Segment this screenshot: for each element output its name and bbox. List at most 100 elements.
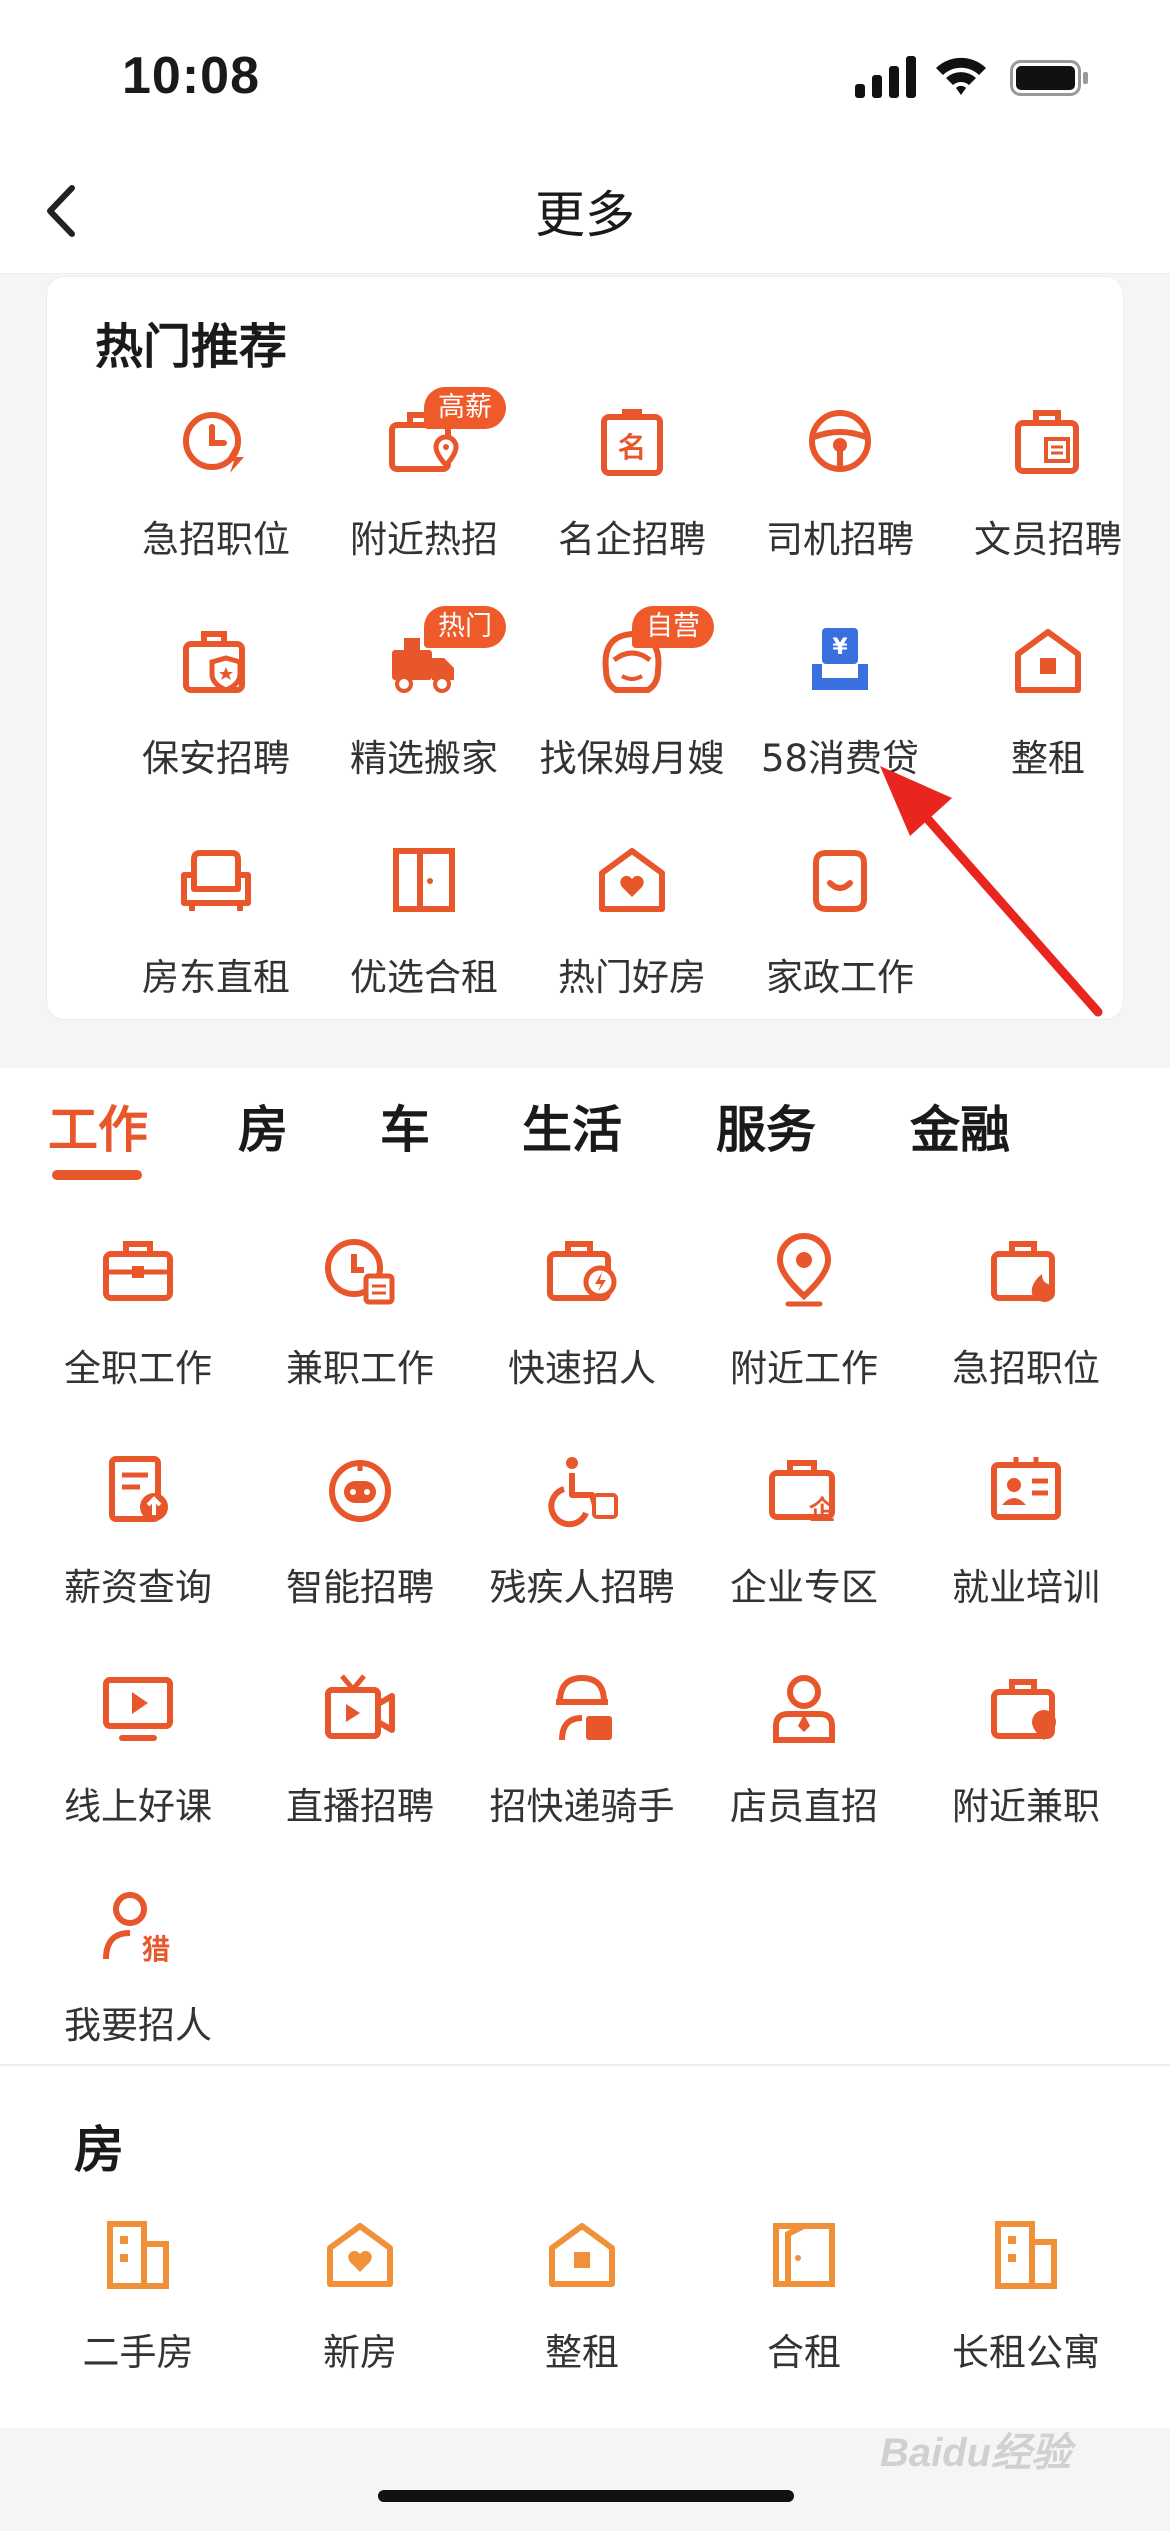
house-section: 房 二手房 新房 整租 合租 长租公寓 (0, 2066, 1170, 2428)
home-indicator (378, 2490, 794, 2502)
live-camera-icon (325, 1674, 395, 1739)
tab-life[interactable]: 生活 (522, 1090, 622, 1162)
hot-item-famous-company[interactable]: 名 名企招聘 (528, 401, 736, 601)
category-section: 工作 房 车 生活 服务 金融 全职工作 兼职工作 快速招人 附近工作 急招职位 (0, 1068, 1170, 2066)
salary-query-icon (109, 1456, 168, 1522)
house-item-label: 合租 (767, 2331, 841, 2374)
apartment-icon (995, 2221, 1057, 2289)
work-item-recruit[interactable]: 猎 我要招人 (34, 1887, 242, 2087)
house-section-title: 房 (74, 2121, 124, 2179)
house-item-label: 整租 (545, 2331, 619, 2374)
hot-item-driver[interactable]: 司机招聘 (736, 401, 944, 601)
hot-item-nanny[interactable]: 自营 找保姆月嫂 (528, 606, 736, 820)
secondhand-building-icon (107, 2221, 169, 2289)
tab-work[interactable]: 工作 (48, 1090, 148, 1162)
page: 10:08 更多 热门推荐 急招职位 高薪 附近热招 名 名企招聘 司机招聘 文… (0, 0, 1170, 2531)
work-item-urgent[interactable]: 急招职位 (922, 1230, 1130, 1430)
clerk-briefcase-icon (1015, 410, 1079, 474)
hot-item-label: 文员招聘 (974, 518, 1122, 561)
work-item-salary[interactable]: 薪资查询 (34, 1449, 242, 1649)
house-item-whole-rent[interactable]: 整租 (478, 2214, 686, 2414)
new-house-icon (327, 2223, 393, 2287)
hot-item-clerk[interactable]: 文员招聘 (944, 401, 1152, 601)
work-item-label: 就业培训 (952, 1566, 1100, 1609)
hot-item-hot-house[interactable]: 热门好房 (528, 839, 736, 1039)
work-item-label: 附近工作 (730, 1347, 878, 1390)
tab-car[interactable]: 车 (380, 1090, 430, 1162)
house-item-apartment[interactable]: 长租公寓 (922, 2214, 1130, 2414)
battery-icon (1010, 60, 1088, 96)
house-item-shared-rent[interactable]: 合租 (700, 2214, 908, 2414)
hot-house-heart-icon (599, 848, 665, 912)
house-item-new[interactable]: 新房 (256, 2214, 464, 2414)
hot-item-shared-rent[interactable]: 优选合租 (320, 839, 528, 1039)
whole-rent-house-icon (1015, 629, 1081, 693)
shared-rent-icon (773, 2223, 835, 2287)
svg-text:企: 企 (809, 1495, 836, 1526)
consumer-loan-yen-icon: ¥ (812, 628, 868, 690)
work-item-shop-clerk[interactable]: 店员直招 (700, 1668, 908, 1868)
work-item-fulltime[interactable]: 全职工作 (34, 1230, 242, 1430)
work-item-smart-hire[interactable]: 智能招聘 (256, 1449, 464, 1649)
work-item-label: 我要招人 (64, 2004, 212, 2047)
wheelchair-icon (548, 1457, 618, 1528)
work-item-courier-rider[interactable]: 招快递骑手 (478, 1668, 686, 1868)
security-shield-icon (183, 631, 245, 693)
landlord-sofa-icon (181, 850, 251, 911)
work-item-nearby-parttime[interactable]: 附近兼职 (922, 1668, 1130, 1868)
work-item-disabled-hire[interactable]: 残疾人招聘 (478, 1449, 686, 1649)
svg-text:名: 名 (618, 431, 646, 464)
work-item-enterprise[interactable]: 企 企业专区 (700, 1449, 908, 1649)
work-item-quick-hire[interactable]: 快速招人 (478, 1230, 686, 1430)
courier-rider-icon (556, 1674, 612, 1741)
work-item-label: 兼职工作 (286, 1347, 434, 1390)
shared-rent-door-icon (393, 848, 455, 912)
steering-wheel-icon (809, 410, 871, 472)
work-item-nearby[interactable]: 附近工作 (700, 1230, 908, 1430)
hot-recommend-title: 热门推荐 (95, 319, 288, 375)
tab-service[interactable]: 服务 (716, 1090, 816, 1162)
work-item-label: 企业专区 (730, 1566, 878, 1609)
work-item-label: 店员直招 (730, 1785, 878, 1828)
work-item-label: 薪资查询 (64, 1566, 212, 1609)
hot-badge: 热门 (424, 606, 506, 648)
work-item-label: 直播招聘 (286, 1785, 434, 1828)
work-item-live-hire[interactable]: 直播招聘 (256, 1668, 464, 1868)
work-item-label: 残疾人招聘 (489, 1566, 675, 1609)
shop-clerk-icon (773, 1675, 835, 1743)
smart-robot-icon (329, 1460, 391, 1522)
urgent-fire-icon (991, 1241, 1055, 1302)
work-item-online-course[interactable]: 线上好课 (34, 1668, 242, 1868)
fulltime-briefcase-icon (103, 1241, 173, 1301)
tab-house[interactable]: 房 (238, 1090, 288, 1162)
work-item-label: 线上好课 (64, 1785, 212, 1828)
nearby-pin-icon (776, 1233, 832, 1307)
hot-item-urgent-jobs[interactable]: 急招职位 (112, 401, 320, 601)
recruit-icon-text: 猎 (142, 1933, 170, 1966)
whole-rent-icon (549, 2223, 615, 2287)
tab-finance[interactable]: 金融 (910, 1090, 1010, 1162)
work-item-label: 快速招人 (508, 1347, 656, 1390)
house-item-label: 新房 (323, 2331, 397, 2374)
work-item-training[interactable]: 就业培训 (922, 1449, 1130, 1649)
work-item-label: 招快递骑手 (489, 1785, 675, 1828)
work-item-parttime[interactable]: 兼职工作 (256, 1230, 464, 1430)
hot-badge: 高薪 (424, 387, 506, 429)
hot-item-landlord-direct[interactable]: 房东直租 (112, 839, 320, 1039)
quick-hire-icon (547, 1241, 617, 1301)
parttime-clock-icon (325, 1239, 395, 1305)
status-bar: 10:08 (0, 0, 1170, 150)
house-item-label: 长租公寓 (952, 2331, 1100, 2374)
active-tab-indicator (52, 1170, 142, 1180)
baidu-watermark: Baidu经验 (880, 2431, 1072, 2475)
enterprise-icon: 企 (769, 1460, 836, 1526)
hot-item-security[interactable]: 保安招聘 (112, 620, 320, 820)
cellular-signal-icon (855, 56, 916, 98)
nav-bar: 更多 (0, 150, 1170, 274)
work-item-label: 全职工作 (64, 1347, 212, 1390)
house-item-secondhand[interactable]: 二手房 (34, 2214, 242, 2414)
work-item-label: 附近兼职 (952, 1785, 1100, 1828)
hot-badge: 自营 (632, 606, 714, 648)
hot-item-moving[interactable]: 热门 精选搬家 (320, 606, 528, 820)
hot-item-nearby-hot[interactable]: 高薪 附近热招 (320, 387, 528, 601)
